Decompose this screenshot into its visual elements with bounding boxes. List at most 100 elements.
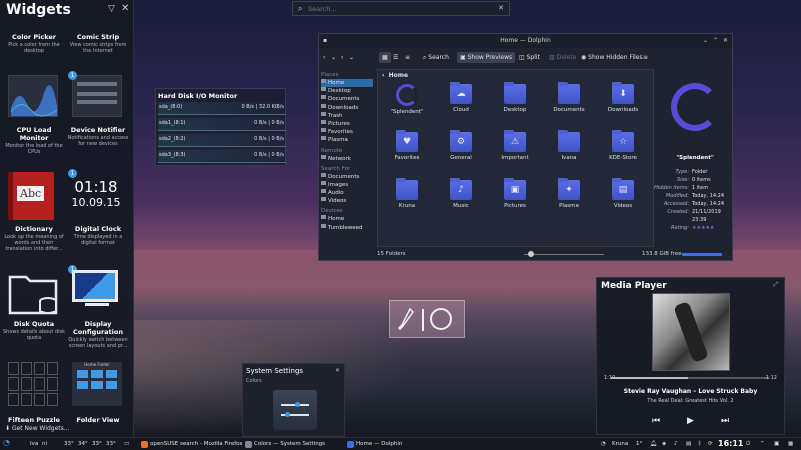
bluetooth-icon[interactable]: ᛒ bbox=[698, 440, 701, 448]
places-item-favorites[interactable]: Favorites bbox=[321, 128, 373, 136]
task-dolphin[interactable]: Home — Dolphin bbox=[347, 439, 402, 450]
badge-count: 1 bbox=[68, 71, 77, 80]
volume-icon[interactable]: ♪ bbox=[674, 440, 678, 448]
places-item-pictures[interactable]: Pictures bbox=[321, 119, 373, 128]
split-button[interactable]: ◫ Split bbox=[519, 52, 540, 63]
file-item[interactable]: ⚠ Important bbox=[490, 130, 540, 161]
widget-comic-strip[interactable]: Comic Strip View comic strips from the I… bbox=[66, 33, 130, 54]
forward-icon[interactable]: › bbox=[341, 52, 343, 63]
search-button[interactable]: ⌕ Search bbox=[423, 52, 449, 63]
bell-icon[interactable]: 🔔︎ bbox=[650, 440, 657, 448]
lock-icon[interactable]: ▣ bbox=[774, 440, 779, 448]
widget-device-notifier[interactable]: Device Notifier Notifications and access… bbox=[66, 126, 130, 147]
places-item-device-home[interactable]: Home bbox=[321, 215, 373, 223]
user-avatar-icon[interactable]: ◔ bbox=[601, 440, 606, 448]
places-item-documents[interactable]: Documents bbox=[321, 95, 373, 103]
breadcrumb[interactable]: › Home bbox=[382, 72, 408, 79]
places-item-search-documents[interactable]: Documents bbox=[321, 172, 373, 181]
color-swatch[interactable] bbox=[430, 308, 452, 330]
file-item[interactable]: Desktop bbox=[490, 82, 540, 113]
pager-desktop-2[interactable]: ni bbox=[42, 440, 47, 448]
widget-digital-clock[interactable]: Digital Clock Time displayed in a digita… bbox=[66, 225, 130, 246]
grid-icon[interactable]: ▦ bbox=[788, 440, 793, 448]
zoom-slider-handle[interactable] bbox=[528, 251, 534, 257]
places-item-downloads[interactable]: Downloads bbox=[321, 103, 373, 112]
cpu-thumbnail bbox=[8, 75, 58, 117]
widget-fifteen-puzzle[interactable]: Fifteen Puzzle bbox=[2, 416, 66, 424]
folder-preview-icon bbox=[671, 83, 719, 131]
widget-folder-view[interactable]: Folder View bbox=[66, 416, 130, 424]
show-desktop-icon[interactable]: ▭ bbox=[124, 440, 129, 448]
file-item[interactable]: ✦ Plasma bbox=[544, 178, 594, 209]
compact-view-icon[interactable]: ☰ bbox=[393, 52, 398, 63]
places-item-tumbleweed[interactable]: Tumbleweed bbox=[321, 223, 373, 232]
close-icon[interactable]: ✕ bbox=[335, 367, 340, 374]
file-item[interactable]: Kruna bbox=[382, 178, 432, 209]
clipboard-icon[interactable]: ▤ bbox=[686, 440, 691, 448]
guitar-icon bbox=[673, 301, 709, 363]
file-item[interactable]: ☆ KDE-Store bbox=[598, 130, 648, 161]
file-item[interactable]: ▣ Pictures bbox=[490, 178, 540, 209]
expand-icon[interactable]: ⤢ bbox=[773, 281, 778, 289]
cpu-temp: 33° bbox=[106, 441, 116, 447]
chevron-down-icon[interactable]: ⌄ bbox=[349, 52, 354, 63]
chevron-up-icon[interactable]: ⌃ bbox=[760, 440, 765, 448]
back-icon[interactable]: ‹ bbox=[323, 52, 325, 63]
progress-bar[interactable] bbox=[611, 377, 769, 379]
close-icon[interactable]: ✕ bbox=[498, 4, 504, 12]
places-item-plasma[interactable]: Plasma bbox=[321, 136, 373, 144]
pager-desktop-1[interactable]: Iva bbox=[30, 440, 38, 448]
weather-temp[interactable]: 1° bbox=[636, 440, 642, 448]
file-item[interactable]: ⚙ General bbox=[436, 130, 486, 161]
file-item[interactable]: Documents bbox=[544, 82, 594, 113]
task-firefox[interactable]: openSUSE search - Mozilla Firefox bbox=[141, 439, 243, 450]
widget-disk-quota[interactable]: Disk Quota Shows details about disk quot… bbox=[2, 320, 66, 341]
file-item[interactable]: ♥ Favorites bbox=[382, 130, 432, 161]
places-item-images[interactable]: Images bbox=[321, 180, 373, 189]
maximize-icon[interactable]: ⌃ bbox=[713, 37, 718, 44]
widget-dictionary[interactable]: Dictionary Look up the meaning of words … bbox=[2, 225, 66, 252]
close-icon[interactable]: ✕ bbox=[723, 37, 728, 44]
minimize-icon[interactable]: ⌄ bbox=[703, 37, 708, 44]
close-icon[interactable]: ✕ bbox=[121, 3, 129, 14]
get-new-widgets-button[interactable]: ⬇ Get New Widgets... bbox=[5, 425, 70, 432]
next-track-button[interactable]: ⏭ bbox=[721, 416, 729, 426]
folder-icon bbox=[558, 82, 580, 104]
show-previews-button[interactable]: ▣ Show Previews bbox=[457, 52, 516, 63]
settings-sliders-icon[interactable] bbox=[273, 390, 317, 430]
show-hidden-files-button[interactable]: ◉ Show Hidden Files bbox=[581, 52, 643, 63]
places-item-audio[interactable]: Audio bbox=[321, 189, 373, 197]
hamburger-menu-icon[interactable]: ≡ bbox=[643, 52, 648, 63]
zoom-slider[interactable] bbox=[524, 251, 604, 257]
file-item[interactable]: "Splendent" bbox=[382, 84, 432, 115]
widget-display-configuration[interactable]: Display Configuration Quickly switch bet… bbox=[66, 320, 130, 349]
file-item[interactable]: ♪ Music bbox=[436, 178, 486, 209]
delete-button[interactable]: ▥ Delete bbox=[549, 52, 576, 63]
places-item-desktop[interactable]: Desktop bbox=[321, 87, 373, 95]
places-item-videos[interactable]: Videos bbox=[321, 197, 373, 205]
app-launcher-icon[interactable]: ◔ bbox=[3, 439, 10, 447]
task-system-settings[interactable]: Colors — System Settings bbox=[245, 439, 325, 450]
places-item-network[interactable]: Network bbox=[321, 154, 373, 163]
icons-view-icon[interactable]: ▦ bbox=[379, 52, 391, 63]
network-icon[interactable]: ◈ bbox=[662, 440, 666, 448]
file-item[interactable]: Ivana bbox=[544, 130, 594, 161]
widget-cpu-load-monitor[interactable]: CPU Load Monitor Monitor the load of the… bbox=[2, 126, 66, 155]
power-icon[interactable]: ⏻ bbox=[746, 440, 750, 448]
updates-icon[interactable]: ⟳ bbox=[708, 440, 713, 448]
search-input[interactable] bbox=[308, 3, 488, 14]
color-picker-applet[interactable] bbox=[389, 300, 465, 338]
places-item-home[interactable]: Home bbox=[321, 79, 373, 88]
widget-color-picker[interactable]: Color Picker Pick a color from the deskt… bbox=[2, 33, 66, 54]
file-item[interactable]: ⬇ Downloads bbox=[598, 82, 648, 113]
places-item-trash[interactable]: Trash bbox=[321, 111, 373, 120]
chevron-down-icon[interactable]: ⌄ bbox=[331, 52, 336, 63]
file-item[interactable]: ▤ Videos bbox=[598, 178, 648, 209]
play-button[interactable]: ▶ bbox=[687, 416, 694, 426]
file-item[interactable]: ☁ Cloud bbox=[436, 82, 486, 113]
download-icon: ⬇ bbox=[5, 425, 12, 432]
filter-icon[interactable]: ▽ bbox=[108, 4, 115, 14]
clock[interactable]: 16:11 bbox=[718, 439, 743, 448]
details-view-icon[interactable]: ≡ bbox=[405, 52, 410, 63]
previous-track-button[interactable]: ⏮ bbox=[652, 416, 660, 426]
